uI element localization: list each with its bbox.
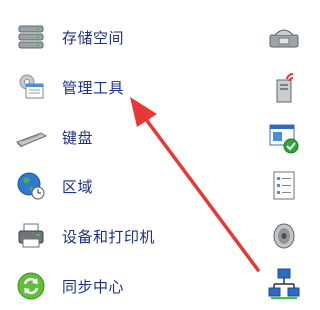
control-panel-items: 存储空间 管理工具 键盘 区域 设备和打印机 同步中心 [0,0,310,310]
item-admin-tools[interactable]: 管理工具 [14,67,244,107]
wireless-tower-icon[interactable] [266,70,302,106]
item-region[interactable]: 区域 [14,166,244,206]
sync-icon [14,269,48,303]
network-icon[interactable] [266,266,302,302]
storage-drives-icon [14,20,48,54]
item-label: 管理工具 [62,78,125,97]
speaker-icon[interactable] [266,218,302,254]
globe-clock-icon [14,169,48,203]
item-label: 键盘 [62,128,94,147]
item-label: 同步中心 [62,277,125,296]
item-label: 设备和打印机 [62,227,156,246]
keyboard-icon [14,120,48,154]
item-devices-printers[interactable]: 设备和打印机 [14,216,244,256]
admin-tools-icon [14,70,48,104]
security-check-window-icon[interactable] [266,120,302,156]
item-sync-center[interactable]: 同步中心 [14,266,244,306]
item-label: 区域 [62,177,94,196]
telephone-modem-icon[interactable] [266,20,302,56]
printer-icon [14,219,48,253]
item-label: 存储空间 [62,28,125,47]
item-storage-spaces[interactable]: 存储空间 [14,17,244,57]
task-list-icon[interactable] [266,168,302,204]
item-keyboard[interactable]: 键盘 [14,117,244,157]
